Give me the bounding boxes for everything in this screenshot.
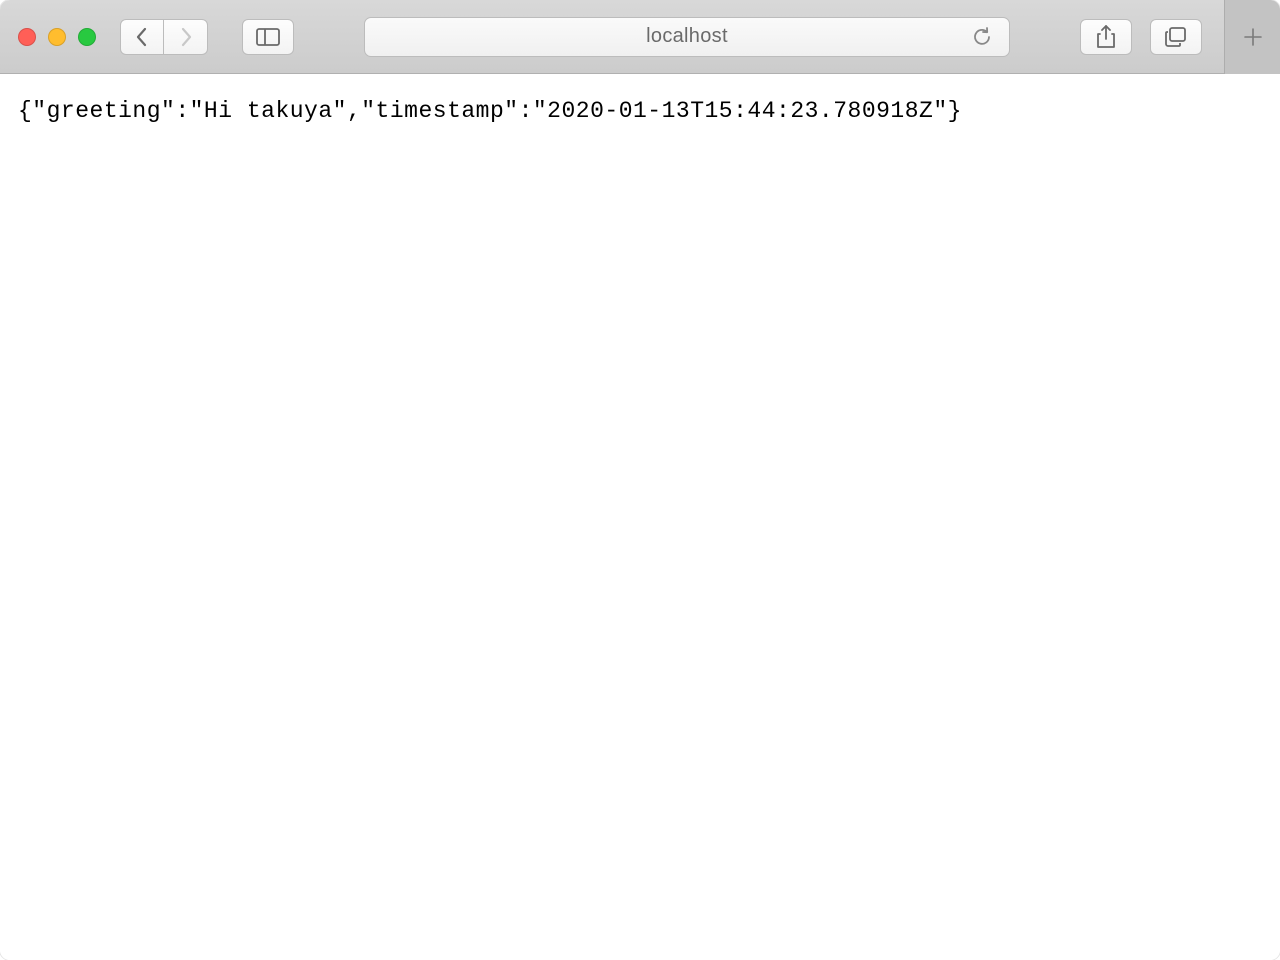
plus-icon [1243,27,1263,47]
window-controls [18,28,96,46]
sidebar-toggle-button[interactable] [242,19,294,55]
browser-window: localhost [0,0,1280,960]
close-window-button[interactable] [18,28,36,46]
maximize-window-button[interactable] [78,28,96,46]
navigation-buttons [120,19,208,55]
share-icon [1096,25,1116,49]
tabs-icon [1165,27,1187,47]
tabs-button[interactable] [1150,19,1202,55]
forward-button[interactable] [164,19,208,55]
browser-toolbar: localhost [0,0,1280,74]
toolbar-right-buttons [1080,0,1262,74]
address-bar[interactable]: localhost [364,17,1010,57]
back-button[interactable] [120,19,164,55]
share-button[interactable] [1080,19,1132,55]
minimize-window-button[interactable] [48,28,66,46]
address-text: localhost [646,25,728,48]
chevron-left-icon [135,27,149,47]
sidebar-icon [256,28,280,46]
reload-icon[interactable] [971,26,993,48]
chevron-right-icon [179,27,193,47]
page-content: {"greeting":"Hi takuya","timestamp":"202… [0,74,1280,960]
response-body-text: {"greeting":"Hi takuya","timestamp":"202… [18,98,1262,124]
new-tab-button[interactable] [1224,0,1280,74]
